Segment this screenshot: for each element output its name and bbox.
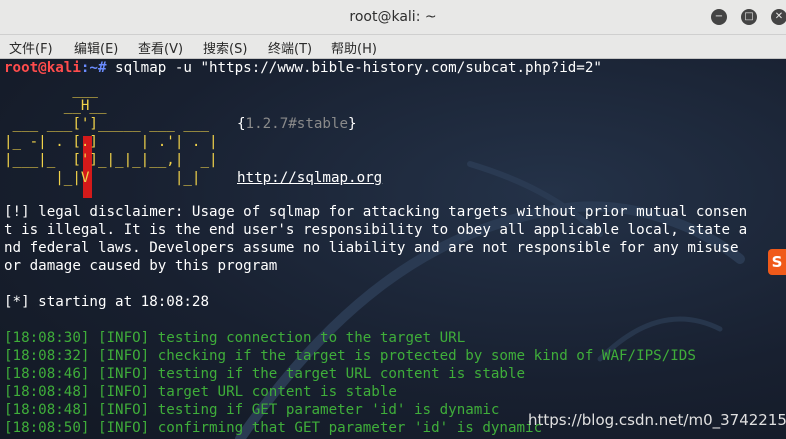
menu-search[interactable]: 搜索(S) [203,38,247,57]
starting-line: [*] starting at 18:08:28 [4,294,209,310]
log-line: [18:08:48] [INFO] target URL content is … [4,384,397,400]
sogou-ime-icon[interactable]: S [768,249,786,275]
disclaimer-line: nd federal laws. Developers assume no li… [4,240,739,256]
disclaimer-line: or damage caused by this program [4,258,278,274]
watermark: https://blog.csdn.net/m0_37422153 [528,411,786,429]
menu-edit[interactable]: 编辑(E) [74,38,118,57]
menu-bar: 文件(F) 编辑(E) 查看(V) 搜索(S) 终端(T) 帮助(H) [0,35,786,59]
banner-line: __H__ [4,98,107,114]
menu-view[interactable]: 查看(V) [138,38,183,57]
disclaimer-line: t is illegal. It is the end user's respo… [4,222,748,238]
prompt-user: root@kali [4,60,81,76]
banner-line: |_|V |_| [4,170,201,186]
prompt-path: :~# [80,60,107,76]
minimize-button[interactable]: − [711,9,727,25]
version-brace-open: { [237,116,246,132]
version-brace-close: } [348,116,357,132]
window-title: root@kali: ~ [349,9,437,25]
sqlmap-link[interactable]: http://sqlmap.org [237,169,382,187]
prompt-line: root@kali:~# sqlmap -u "https://www.bibl… [4,59,602,77]
banner-line: ___ ___[']_____ ___ ___ [4,116,209,132]
disclaimer-line: [!] legal disclaimer: Usage of sqlmap fo… [4,204,748,220]
log-line: [18:08:50] [INFO] confirming that GET pa… [4,420,543,436]
command-text: sqlmap -u "https://www.bible-history.com… [106,60,602,76]
menu-terminal[interactable]: 终端(T) [268,38,312,57]
close-button[interactable]: ✕ [771,9,786,25]
menu-file[interactable]: 文件(F) [9,38,53,57]
terminal-output[interactable]: root@kali:~# sqlmap -u "https://www.bibl… [0,59,786,439]
title-bar[interactable]: root@kali: ~ − □ ✕ [0,0,786,35]
version-line: {1.2.7#stable} [237,115,357,133]
terminal-window: root@kali: ~ − □ ✕ 文件(F) 编辑(E) 查看(V) 搜索(… [0,0,786,439]
banner-line: |___|_ [']_|_|_|__,| _| [4,152,218,168]
log-line: [18:08:30] [INFO] testing connection to … [4,330,466,346]
log-line: [18:08:46] [INFO] testing if the target … [4,366,526,382]
log-line: [18:08:32] [INFO] checking if the target… [4,348,696,364]
maximize-button[interactable]: □ [741,9,757,25]
log-line: [18:08:48] [INFO] testing if GET paramet… [4,402,500,418]
menu-help[interactable]: 帮助(H) [331,38,377,57]
version-text: 1.2.7#stable [245,116,349,132]
banner-line: |_ -| . [.] | .'| . | [4,134,218,150]
